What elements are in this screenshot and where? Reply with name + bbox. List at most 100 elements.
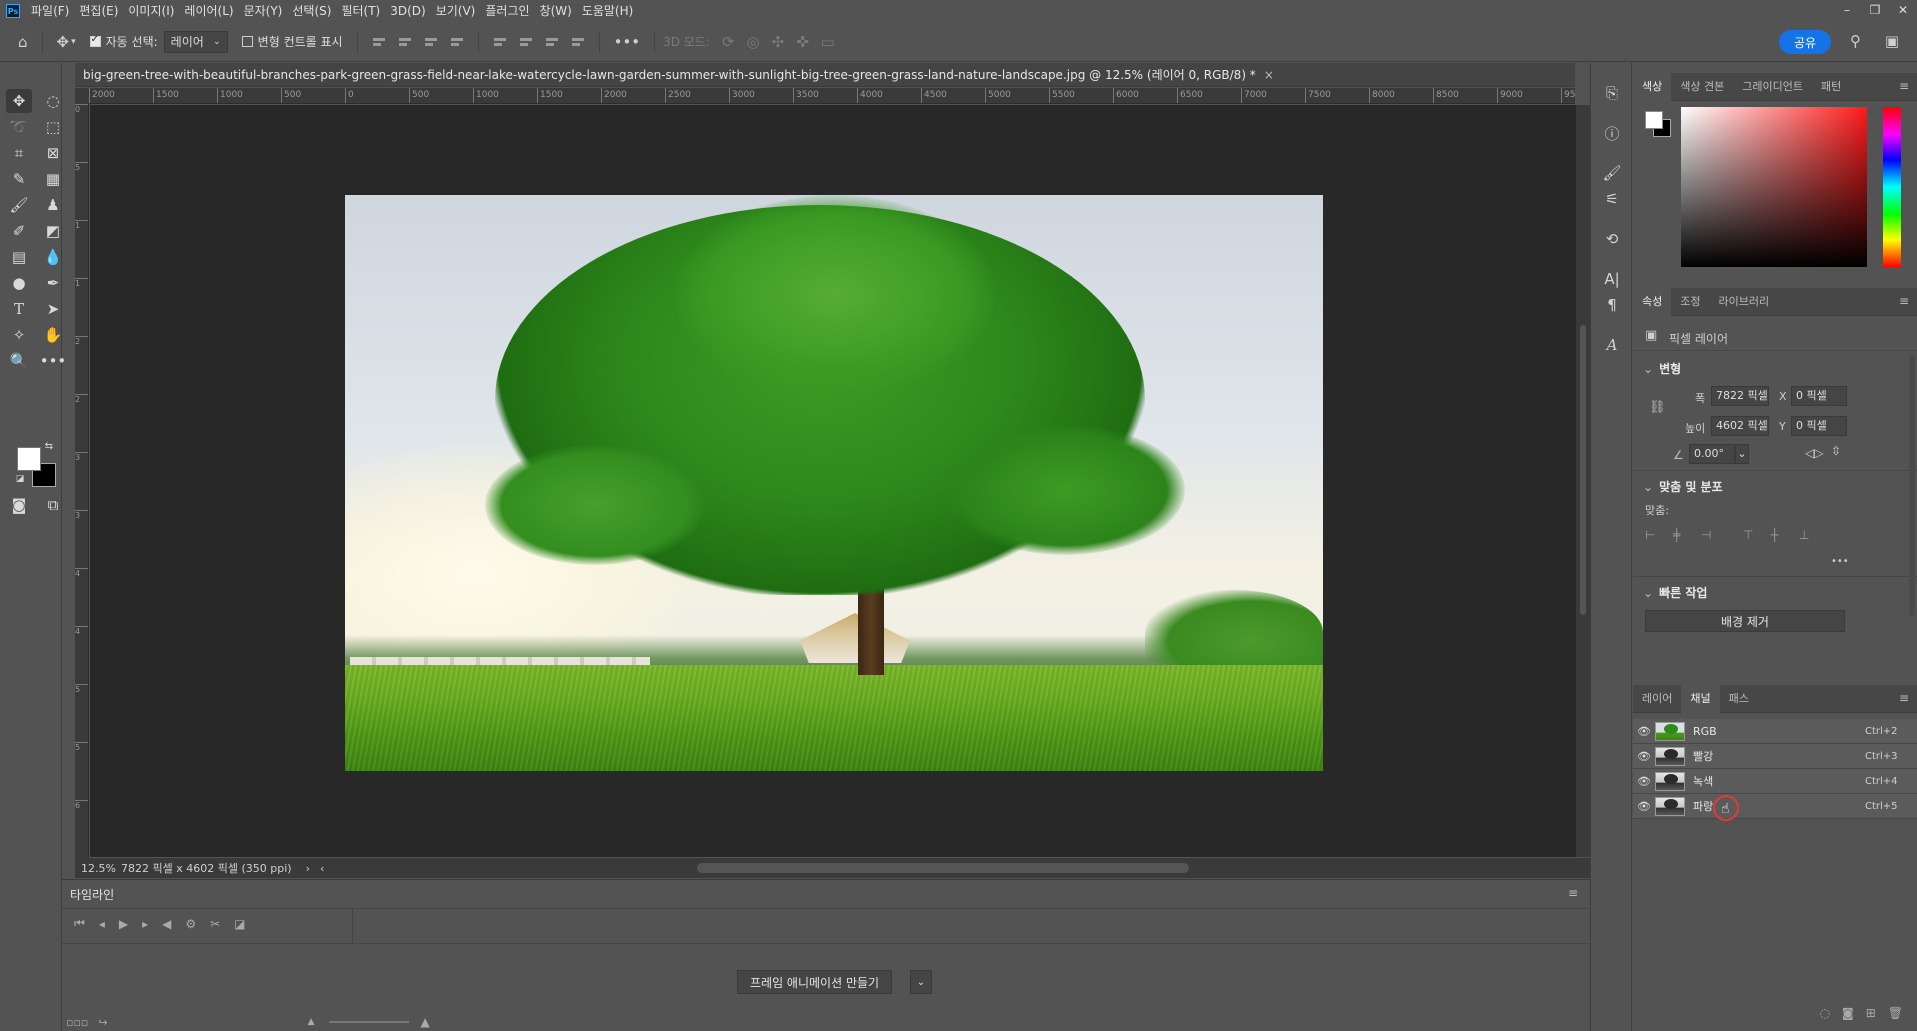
- patch-tool-icon[interactable]: ▦: [40, 167, 66, 191]
- align-vcenter-icon[interactable]: ┼: [1771, 528, 1785, 542]
- more-options-icon[interactable]: •••: [1831, 556, 1849, 567]
- vertical-scroll-thumb[interactable]: [1580, 325, 1586, 615]
- menu-select[interactable]: 선택(S): [287, 0, 336, 22]
- panel-menu-icon[interactable]: ≡: [1899, 691, 1909, 705]
- y-field[interactable]: 0 픽셀: [1791, 416, 1847, 436]
- document-image[interactable]: [345, 195, 1323, 771]
- more-options-icon[interactable]: •••: [614, 33, 641, 51]
- history-brush-icon[interactable]: ✐: [6, 219, 32, 243]
- path-select-tool-icon[interactable]: ➤: [40, 297, 66, 321]
- tab-libraries[interactable]: 라이브러리: [1710, 288, 1779, 316]
- zoom-tool-icon[interactable]: 🔍: [6, 349, 32, 373]
- color-picker-field[interactable]: [1681, 107, 1867, 267]
- menu-help[interactable]: 도움말(H): [577, 0, 639, 22]
- align-left-icon[interactable]: [371, 35, 387, 49]
- eye-icon[interactable]: 👁: [1633, 775, 1655, 788]
- align-section-title[interactable]: 맞춤 및 분포: [1643, 478, 1723, 495]
- menu-filter[interactable]: 필터(T): [336, 0, 385, 22]
- horizontal-scroll-thumb[interactable]: [697, 863, 1189, 873]
- crop-tool-icon[interactable]: ⌗: [6, 141, 32, 165]
- align-center-icon[interactable]: [397, 35, 413, 49]
- angle-field[interactable]: 0.00°: [1689, 444, 1735, 464]
- chevron-down-icon[interactable]: ▾: [71, 37, 76, 47]
- info-icon[interactable]: ⓘ: [1599, 121, 1625, 145]
- brush-tool-icon[interactable]: 🖌: [6, 193, 32, 217]
- eye-icon[interactable]: 👁: [1633, 800, 1655, 813]
- shape-tool-icon[interactable]: ✧: [6, 323, 32, 347]
- menu-image[interactable]: 이미지(I): [123, 0, 179, 22]
- delete-channel-icon[interactable]: 🗑: [1888, 1006, 1903, 1020]
- foreground-color-swatch[interactable]: [1645, 111, 1663, 129]
- menu-view[interactable]: 보기(V): [431, 0, 481, 22]
- flip-vertical-icon[interactable]: ⇳: [1831, 444, 1841, 458]
- panel-menu-icon[interactable]: ≡: [1899, 79, 1909, 93]
- zoom-out-icon[interactable]: ▲: [308, 1017, 315, 1027]
- timeline-tab[interactable]: 타임라인: [70, 886, 114, 903]
- auto-select-checkbox[interactable]: [89, 34, 101, 47]
- distribute-icon[interactable]: [449, 35, 465, 49]
- lasso-tool-icon[interactable]: ➰: [6, 115, 32, 139]
- home-icon[interactable]: ⌂: [18, 33, 28, 51]
- eraser-tool-icon[interactable]: ◩: [40, 219, 66, 243]
- glyphs-icon[interactable]: A: [1599, 333, 1625, 357]
- tab-patterns[interactable]: 패턴: [1812, 73, 1850, 101]
- hand-tool-icon[interactable]: ✋: [40, 323, 66, 347]
- close-document-icon[interactable]: ×: [1264, 68, 1274, 82]
- restore-button[interactable]: ❐: [1861, 0, 1889, 22]
- align-left-icon[interactable]: ⊢: [1645, 528, 1659, 542]
- menu-type[interactable]: 문자(Y): [239, 0, 288, 22]
- eye-icon[interactable]: 👁: [1633, 750, 1655, 763]
- brush-settings-icon[interactable]: 🖌: [1599, 161, 1625, 185]
- properties-scrollbar[interactable]: [1909, 356, 1915, 616]
- move-tool-icon[interactable]: ✥: [57, 33, 70, 51]
- eye-icon[interactable]: 👁: [1633, 725, 1655, 738]
- width-field[interactable]: 7822 픽셀: [1711, 386, 1769, 406]
- history-icon[interactable]: ⎘: [1599, 81, 1625, 105]
- share-button[interactable]: 공유: [1779, 30, 1831, 54]
- panel-menu-icon[interactable]: ≡: [1568, 886, 1578, 900]
- foreground-color-swatch[interactable]: [17, 447, 41, 471]
- swap-colors-icon[interactable]: ⇆: [42, 439, 56, 453]
- search-icon[interactable]: ⚲: [1850, 32, 1861, 50]
- gradient-tool-icon[interactable]: ▤: [6, 245, 32, 269]
- object-select-tool-icon[interactable]: ⬚: [40, 115, 66, 139]
- horizontal-scrollbar[interactable]: [75, 858, 1590, 878]
- character-icon[interactable]: A|: [1599, 267, 1625, 291]
- blur-tool-icon[interactable]: 💧: [40, 245, 66, 269]
- align-right-icon[interactable]: [423, 35, 439, 49]
- transform-section-title[interactable]: 변형: [1643, 360, 1681, 377]
- align-bottom-icon[interactable]: [544, 35, 560, 49]
- tab-swatches[interactable]: 색상 견본: [1671, 73, 1733, 101]
- tab-adjustments[interactable]: 조정: [1671, 288, 1709, 316]
- menu-window[interactable]: 창(W): [535, 0, 577, 22]
- align-top-icon[interactable]: [492, 35, 508, 49]
- menu-edit[interactable]: 편집(E): [74, 0, 123, 22]
- tab-properties[interactable]: 속성: [1633, 287, 1672, 316]
- transform-controls-checkbox[interactable]: [241, 36, 253, 47]
- remove-background-button[interactable]: 배경 제거: [1645, 610, 1845, 632]
- next-frame-icon[interactable]: ▸: [142, 917, 148, 931]
- quick-actions-title[interactable]: 빠른 작업: [1643, 584, 1707, 601]
- auto-select-dropdown[interactable]: 레이어 ⌄: [163, 30, 228, 53]
- vertical-scrollbar[interactable]: [1576, 105, 1590, 857]
- menu-plugins[interactable]: 플러그인: [480, 0, 534, 22]
- align-right-icon[interactable]: ⊣: [1701, 528, 1715, 542]
- align-bottom-icon[interactable]: ⊥: [1799, 528, 1813, 542]
- zoom-in-icon[interactable]: ▲: [421, 1015, 430, 1029]
- paragraph-icon[interactable]: ¶: [1599, 293, 1625, 317]
- zoom-slider[interactable]: [328, 1021, 409, 1023]
- flip-horizontal-icon[interactable]: ◁▷: [1805, 446, 1823, 460]
- hue-slider[interactable]: [1883, 107, 1901, 267]
- channel-row-green[interactable]: 👁 녹색 Ctrl+4: [1633, 769, 1917, 794]
- angle-dropdown[interactable]: ⌄: [1735, 444, 1749, 464]
- create-frame-animation-button[interactable]: 프레임 애니메이션 만들기: [737, 970, 893, 994]
- close-window-button[interactable]: ✕: [1889, 0, 1917, 22]
- channel-row-red[interactable]: 👁 빨강 Ctrl+3: [1633, 744, 1917, 769]
- screen-mode-icon[interactable]: ⧉: [40, 493, 66, 517]
- save-selection-icon[interactable]: ◙: [1842, 1006, 1854, 1020]
- play-icon[interactable]: ▶: [119, 917, 128, 931]
- align-top-icon[interactable]: ⊤: [1743, 528, 1757, 542]
- quick-mask-icon[interactable]: ◙: [6, 493, 32, 517]
- chevron-down-icon[interactable]: ⌄: [910, 970, 932, 994]
- stamp-tool-icon[interactable]: ♟: [40, 193, 66, 217]
